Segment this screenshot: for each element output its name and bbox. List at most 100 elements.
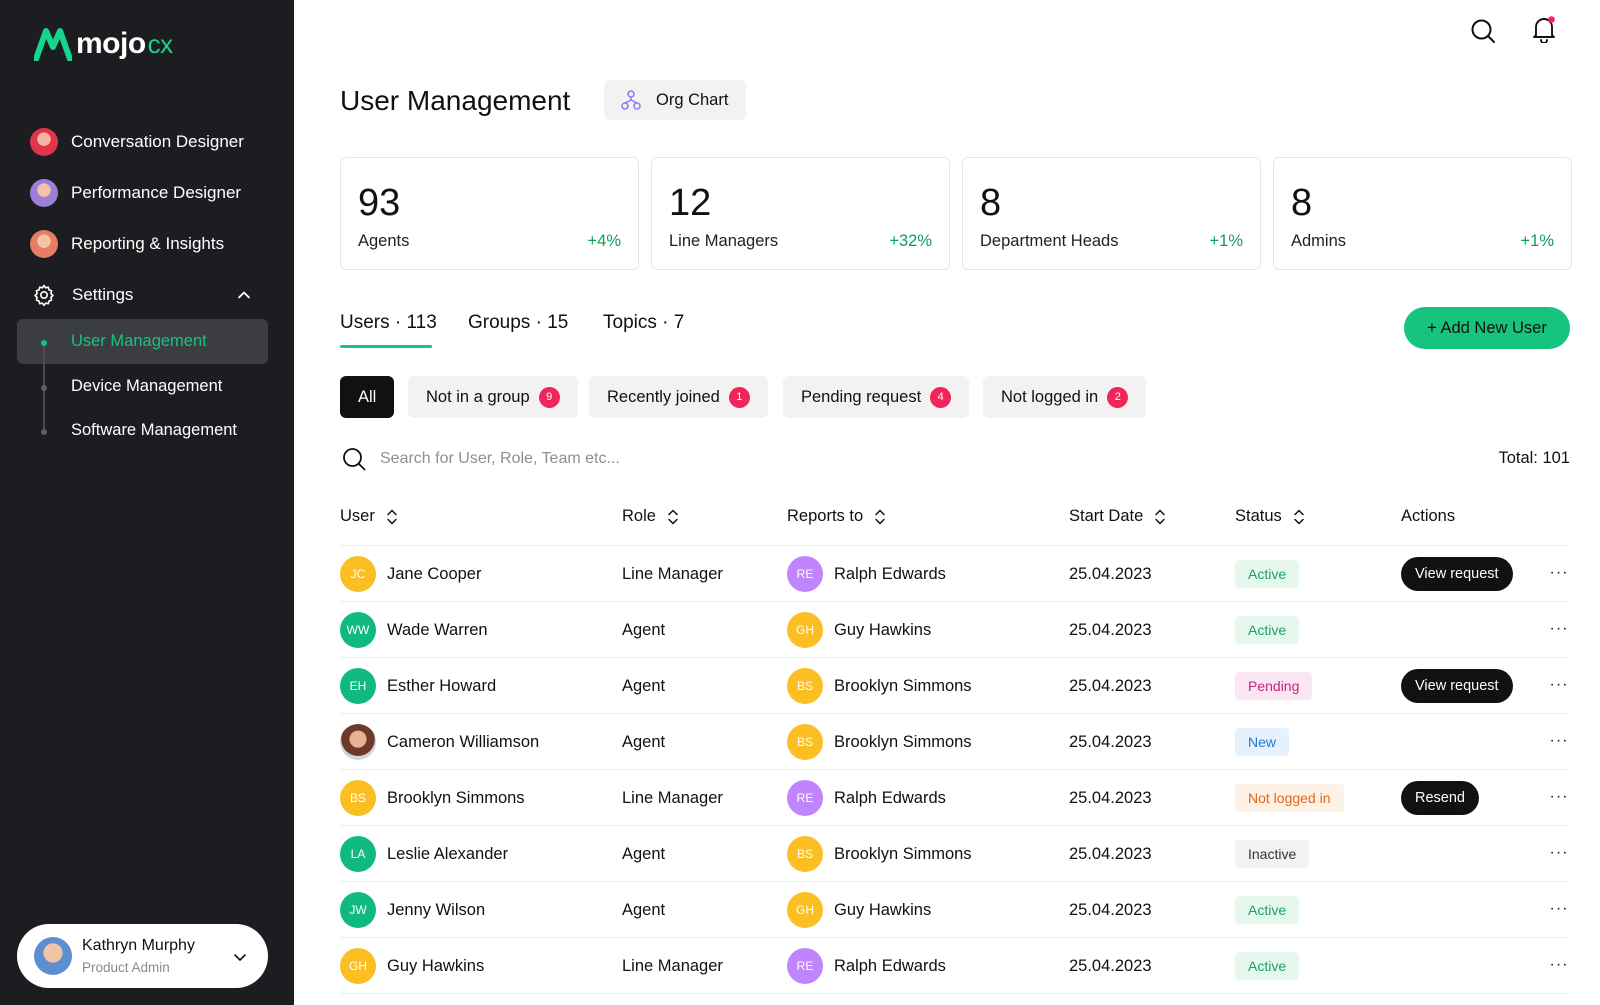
column-header-label: Actions [1401, 507, 1456, 525]
table-row[interactable]: JC Jane Cooper Line Manager RE Ralph Edwards… [340, 546, 1570, 602]
start-date-cell: 25.04.2023 [1069, 788, 1152, 807]
tab-groups[interactable]: Groups · 15 [468, 312, 568, 334]
column-header-user[interactable]: User [340, 507, 399, 526]
stat-value: 12 [669, 182, 712, 224]
filter-recently-joined[interactable]: Recently joined 1 [589, 376, 768, 418]
performance-designer-icon [30, 179, 58, 207]
sidebar-subitem-user-management[interactable]: User Management [71, 332, 207, 351]
sidebar-item-settings[interactable]: Settings [30, 280, 133, 310]
table-row[interactable]: EH Esther Howard Agent BS Brooklyn Simmons 25… [340, 658, 1570, 714]
more-options-icon[interactable]: ··· [1548, 730, 1570, 752]
chevron-down-icon[interactable] [232, 949, 248, 965]
more-options-icon[interactable]: ··· [1548, 786, 1570, 808]
sidebar-subitem-device-management[interactable]: Device Management [71, 377, 222, 396]
more-options-icon[interactable]: ··· [1548, 898, 1570, 920]
view-request-button[interactable]: View request [1401, 557, 1513, 591]
role-cell: Agent [622, 844, 666, 863]
status-badge: Not logged in [1235, 784, 1344, 812]
tab-topics[interactable]: Topics · 7 [603, 312, 684, 334]
filter-not-logged-in[interactable]: Not logged in 2 [983, 376, 1147, 418]
reports-to-cell: BS Brooklyn Simmons [787, 826, 972, 882]
view-request-button[interactable]: View request [1401, 669, 1513, 703]
column-header-start-date[interactable]: Start Date [1069, 507, 1167, 526]
more-options-icon[interactable]: ··· [1548, 562, 1570, 584]
user-cell: BS Brooklyn Simmons [340, 770, 525, 826]
filter-label: Not logged in [1001, 387, 1099, 406]
sidebar: mojo cx Conversation Designer Performanc… [0, 0, 294, 1005]
sidebar-item-conversation-designer[interactable]: Conversation Designer [30, 127, 244, 157]
more-options-icon[interactable]: ··· [1548, 842, 1570, 864]
mojo-cx-logo[interactable]: mojo cx [34, 24, 173, 64]
table-row[interactable]: WW Wade Warren Agent GH Guy Hawkins 25.04.202… [340, 602, 1570, 658]
brand-name: mojo [76, 27, 146, 60]
reporting-insights-icon [30, 230, 58, 258]
table-row[interactable]: Cameron Williamson Agent BS Brooklyn Simmon… [340, 714, 1570, 770]
sidebar-item-label: Performance Designer [71, 183, 242, 202]
avatar: BS [787, 724, 823, 760]
resend-button[interactable]: Resend [1401, 781, 1479, 815]
bell-icon[interactable] [1530, 15, 1558, 43]
avatar: BS [340, 780, 376, 816]
role-cell: Agent [622, 900, 666, 919]
table-row[interactable]: GH Guy Hawkins Line Manager RE Ralph Edwards… [340, 938, 1570, 994]
user-name: Jane Cooper [387, 564, 482, 583]
profile-card[interactable]: Kathryn Murphy Product Admin [17, 924, 268, 988]
sidebar-item-performance-designer[interactable]: Performance Designer [30, 178, 241, 208]
stat-change: +4% [587, 232, 621, 250]
add-new-user-button[interactable]: + Add New User [1404, 307, 1570, 349]
reports-to-name: Ralph Edwards [834, 564, 946, 583]
stat-label: Admins [1291, 232, 1347, 250]
status-badge: Inactive [1235, 840, 1310, 868]
more-options-icon[interactable]: ··· [1548, 618, 1570, 640]
reports-to-cell: BS Brooklyn Simmons [787, 714, 972, 770]
filter-not-in-group[interactable]: Not in a group 9 [408, 376, 578, 418]
column-header-label: Status [1235, 507, 1282, 525]
table-row[interactable]: BS Brooklyn Simmons Line Manager RE Ralph Ed… [340, 770, 1570, 826]
org-chart-button[interactable]: Org Chart [604, 80, 746, 120]
user-cell: EH Esther Howard [340, 658, 496, 714]
sidebar-item-reporting-insights[interactable]: Reporting & Insights [30, 229, 224, 259]
user-name: Guy Hawkins [387, 956, 485, 975]
table-row[interactable]: JW Jenny Wilson Agent GH Guy Hawkins 25.04.20… [340, 882, 1570, 938]
avatar: BS [787, 668, 823, 704]
stat-value: 8 [1291, 182, 1313, 224]
avatar: RE [787, 948, 823, 984]
reports-to-name: Guy Hawkins [834, 900, 932, 919]
chevron-up-icon[interactable] [236, 287, 252, 303]
stat-value: 8 [980, 182, 1002, 224]
avatar [340, 724, 376, 760]
reports-to-name: Guy Hawkins [834, 620, 932, 639]
role-cell: Agent [622, 620, 666, 639]
avatar: JC [340, 556, 376, 592]
actions-cell: View request [1401, 658, 1513, 714]
user-name: Leslie Alexander [387, 844, 509, 863]
org-chart-label: Org Chart [656, 90, 729, 109]
more-options-icon[interactable]: ··· [1548, 674, 1570, 696]
user-cell: JC Jane Cooper [340, 546, 481, 602]
tab-users[interactable]: Users · 113 [340, 312, 437, 334]
stat-value: 93 [358, 182, 401, 224]
sidebar-subitem-software-management[interactable]: Software Management [71, 421, 237, 440]
user-cell: WW Wade Warren [340, 602, 488, 658]
more-options-icon[interactable]: ··· [1548, 954, 1570, 976]
gear-icon [34, 284, 54, 307]
search-input[interactable] [380, 446, 980, 472]
status-badge: Active [1235, 560, 1300, 588]
filter-all[interactable]: All [340, 376, 395, 418]
column-header-role[interactable]: Role [622, 507, 680, 526]
profile-role: Product Admin [82, 960, 170, 975]
status-cell: Not logged in [1235, 770, 1344, 826]
sidebar-item-label: Reporting & Insights [71, 234, 225, 253]
conversation-designer-icon [30, 128, 58, 156]
column-header-reports-to[interactable]: Reports to [787, 507, 887, 526]
filter-pending-request[interactable]: Pending request 4 [783, 376, 970, 418]
status-cell: Active [1235, 882, 1300, 938]
user-name: Esther Howard [387, 676, 497, 695]
search-icon[interactable] [1469, 17, 1497, 45]
user-name: Brooklyn Simmons [387, 788, 525, 807]
total-count: Total: 101 [1498, 449, 1570, 467]
column-header-status[interactable]: Status [1235, 507, 1306, 526]
count-badge: 1 [728, 386, 750, 408]
reports-to-name: Brooklyn Simmons [834, 844, 972, 863]
table-row[interactable]: LA Leslie Alexander Agent BS Brooklyn Simmon… [340, 826, 1570, 882]
